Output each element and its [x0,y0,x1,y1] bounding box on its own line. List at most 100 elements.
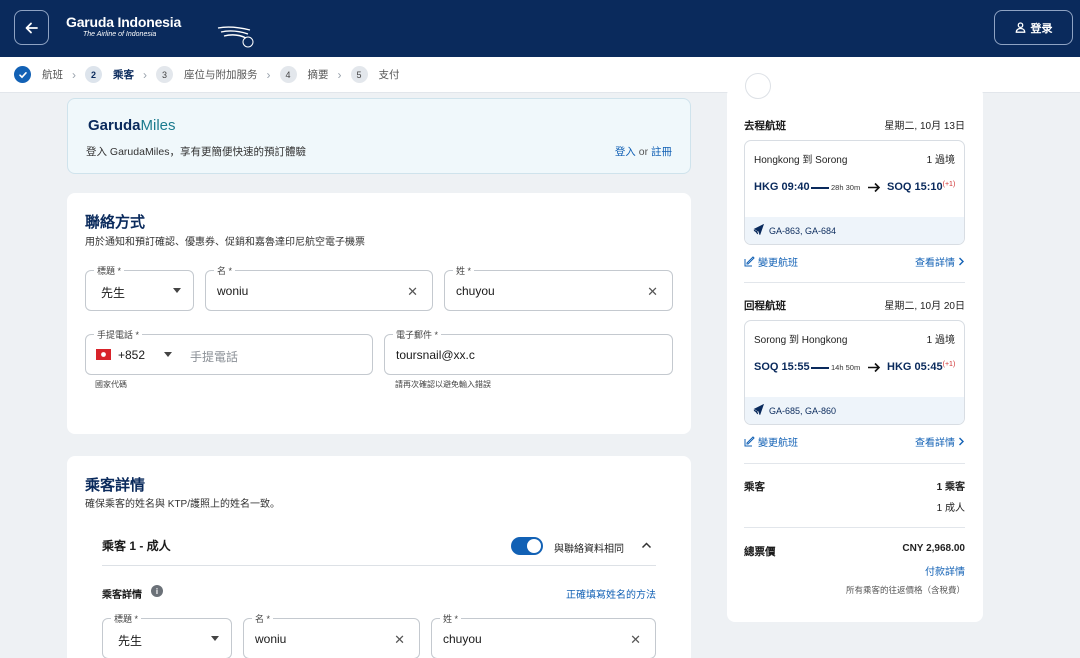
garudamiles-logo: GarudaMiles [88,117,176,134]
inbound-details-link[interactable]: 查看詳情 [915,434,965,449]
email-field[interactable]: 電子郵件 * toursnail@xx.c [384,328,673,375]
step-passenger[interactable]: 2 乘客 [85,66,134,83]
outbound-departure: HKG 09:40 [754,181,810,193]
edit-icon [744,436,755,447]
passengers-detail: 1 成人 [936,503,965,514]
top-header: Garuda Indonesia The Airline of Indonesi… [0,0,1080,57]
country-code[interactable]: +852 [118,348,145,362]
chevron-right-icon: › [72,67,76,82]
phone-placeholder: 手提電話 [190,350,239,364]
outbound-arrival: SOQ 15:10 [887,181,943,193]
contact-last-name-field[interactable]: 姓 * chuyou ✕ [444,264,673,311]
passengers-count: 1 乘客 [936,482,965,493]
garudamiles-banner: GarudaMiles 登入 GarudaMiles，享有更簡便快速的預訂體驗 … [67,98,691,174]
divider [102,565,656,566]
inbound-flight-codes: GA-685, GA-860 [769,406,837,416]
or-text: or [638,146,649,158]
phone-field[interactable]: 手提電話 * +852 手提電話 [85,328,373,375]
route-line [811,187,829,189]
step-number: 2 [85,66,102,83]
passengers-label: 乘客 [744,481,765,493]
inbound-label: 回程航班 [744,300,786,312]
arrow-right-icon [868,362,881,373]
contact-first-name-field[interactable]: 名 * woniu ✕ [205,264,433,311]
contact-title-select[interactable]: 標題 * 先生 [85,264,194,311]
passenger-last-name-field[interactable]: 姓 * chuyou ✕ [431,612,656,658]
total-note: 所有乘客的往返價格（含稅費） [845,585,965,595]
garuda-logo[interactable]: Garuda Indonesia The Airline of Indonesi… [66,14,254,48]
outbound-arrival-wrap: SOQ 15:10(+1) [887,181,955,193]
passenger-first-name-field[interactable]: 名 * woniu ✕ [243,612,420,658]
step-label: 座位与附加服务 [184,69,258,81]
brand-tagline: The Airline of Indonesia [83,31,157,38]
step-number: 3 [156,66,173,83]
outbound-details-link[interactable]: 查看詳情 [915,254,965,269]
inbound-arrival-wrap: HKG 05:45(+1) [887,361,955,373]
edit-icon [744,256,755,267]
arrow-right-icon [868,182,881,193]
step-number: 4 [279,66,297,83]
check-icon [14,66,31,83]
miles-register-link[interactable]: 註冊 [651,146,672,158]
total-label: 總票價 [744,546,776,558]
chevron-right-icon: › [143,67,147,82]
hongkong-flag-icon [96,349,111,360]
passenger-title-select[interactable]: 標題 * 先生 [102,612,232,658]
chevron-right-icon [959,437,964,446]
same-as-contact-toggle[interactable] [511,537,543,555]
step-flight[interactable]: 航班 [14,66,63,83]
login-button[interactable]: 登录 [994,10,1073,45]
inbound-duration: 14h 50m [831,363,861,372]
step-number: 5 [350,66,368,83]
step-label: 支付 [378,69,400,81]
garudamiles-links: 登入 or 註冊 [615,144,672,159]
contact-title: 聯絡方式 [85,214,146,231]
inbound-codes-bar: GA-685, GA-860 [745,397,964,424]
arrow-left-icon [25,22,38,33]
chevron-right-icon [959,257,964,266]
clear-icon[interactable]: ✕ [630,632,641,648]
inbound-route: Sorong 到 Hongkong [754,335,848,346]
outbound-duration: 28h 30m [831,183,861,192]
change-inbound-button[interactable]: 變更航班 [744,434,798,449]
inbound-departure: SOQ 15:55 [754,361,810,373]
step-seats: 3 座位与附加服务 [156,66,258,83]
clear-icon[interactable]: ✕ [647,284,658,300]
brand-name: Garuda Indonesia [66,14,182,30]
booking-summary: 去程航班 星期二, 10月 13日 Hongkong 到 Sorong 1 過境… [727,73,983,622]
change-outbound-button[interactable]: 變更航班 [744,254,798,269]
caret-down-icon [211,636,219,641]
passenger-card: 乘客詳情 確保乘客的姓名與 KTP/護照上的姓名一致。 乘客 1 - 成人 與聯… [67,456,691,658]
miles-login-link[interactable]: 登入 [615,146,636,158]
clear-icon[interactable]: ✕ [394,632,405,648]
chevron-up-icon[interactable] [641,541,652,549]
contact-card: 聯絡方式 用於通知和預訂確認、優惠券、促銷和嘉魯達印尼航空電子機票 標題 * 先… [67,193,691,434]
back-button[interactable] [14,10,49,45]
email-hint: 請再次確認以避免輸入錯誤 [395,380,491,389]
step-summary: 4 摘要 [279,66,329,83]
payment-details-link[interactable]: 付款詳情 [925,563,965,578]
name-help-link[interactable]: 正確填寫姓名的方法 [566,586,656,601]
passenger-subtitle: 確保乘客的姓名與 KTP/護照上的姓名一致。 [85,499,281,510]
outbound-flight-box[interactable]: Hongkong 到 Sorong 1 過境 HKG 09:40 28h 30m… [744,140,965,245]
inbound-stops: 1 過境 [926,335,955,346]
inbound-flight-box[interactable]: Sorong 到 Hongkong 1 過境 SOQ 15:55 14h 50m… [744,320,965,425]
info-icon[interactable]: i [151,585,163,597]
country-code-hint: 國家代碼 [95,380,127,389]
garuda-bird-icon [217,26,254,48]
user-icon [1015,22,1025,33]
divider [744,282,965,283]
step-label: 乘客 [113,69,134,81]
inbound-plus-day: (+1) [942,361,956,368]
passenger-title: 乘客詳情 [85,477,146,494]
clear-icon[interactable]: ✕ [407,284,418,300]
caret-down-icon[interactable] [164,352,172,357]
contact-subtitle: 用於通知和預訂確認、優惠券、促銷和嘉魯達印尼航空電子機票 [85,237,365,248]
outbound-plus-day: (+1) [942,181,956,188]
inbound-arrival: HKG 05:45 [887,361,943,373]
passenger-1-title: 乘客 1 - 成人 [102,539,171,553]
outbound-flight-codes: GA-863, GA-684 [769,226,837,236]
outbound-date: 星期二, 10月 13日 [884,121,965,132]
outbound-label: 去程航班 [744,120,786,132]
outbound-stops: 1 過境 [926,155,955,166]
